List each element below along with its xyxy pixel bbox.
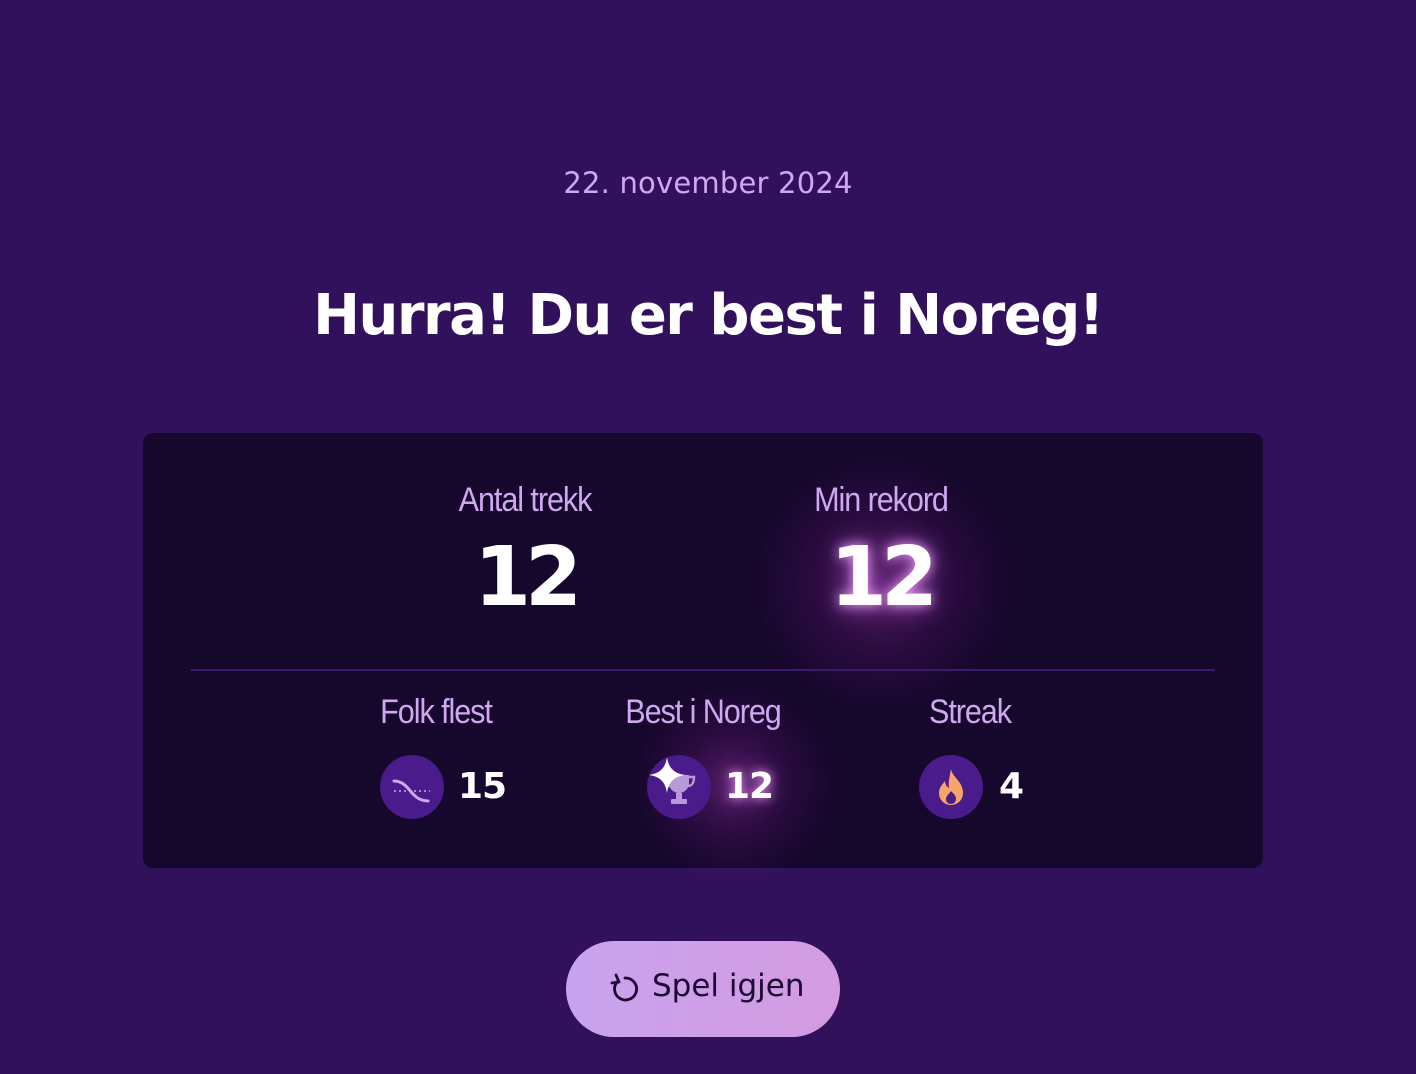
stats-card: Antal trekk 12 Min rekord 12 Folk flest … [143, 433, 1263, 883]
stat-best-norway: Best i Noreg 12 [573, 693, 833, 819]
result-screen: 22. november 2024 Hurra! Du er best i No… [0, 0, 1416, 1074]
trophy-icon [647, 755, 711, 819]
stat-record-value: 12 [829, 530, 938, 625]
stat-streak-value: 4 [999, 766, 1024, 807]
stat-streak: Streak 4 [840, 693, 1100, 819]
curve-down-icon [380, 755, 444, 819]
stat-moves-value: 12 [473, 530, 582, 625]
result-headline: Hurra! Du er best i Noreg! [313, 283, 1104, 348]
stat-record-label: Min rekord [814, 481, 949, 519]
stat-moves-label: Antal trekk [458, 481, 593, 519]
stat-streak-label: Streak [929, 693, 1012, 731]
stat-most-people-label: Folk flest [380, 693, 493, 731]
stat-most-people: Folk flest 15 [306, 693, 566, 819]
stat-best-norway-value: 12 [725, 766, 774, 807]
card-divider [191, 669, 1215, 671]
stat-best-norway-label: Best i Noreg [625, 693, 781, 731]
flame-icon [919, 755, 983, 819]
play-again-label: Spel igjen [652, 968, 805, 1004]
game-date: 22. november 2024 [563, 166, 853, 200]
sparkle-icon [649, 757, 685, 793]
stat-most-people-value: 15 [458, 766, 507, 807]
play-again-button[interactable]: Spel igjen [566, 941, 840, 1037]
replay-icon [610, 973, 638, 1002]
